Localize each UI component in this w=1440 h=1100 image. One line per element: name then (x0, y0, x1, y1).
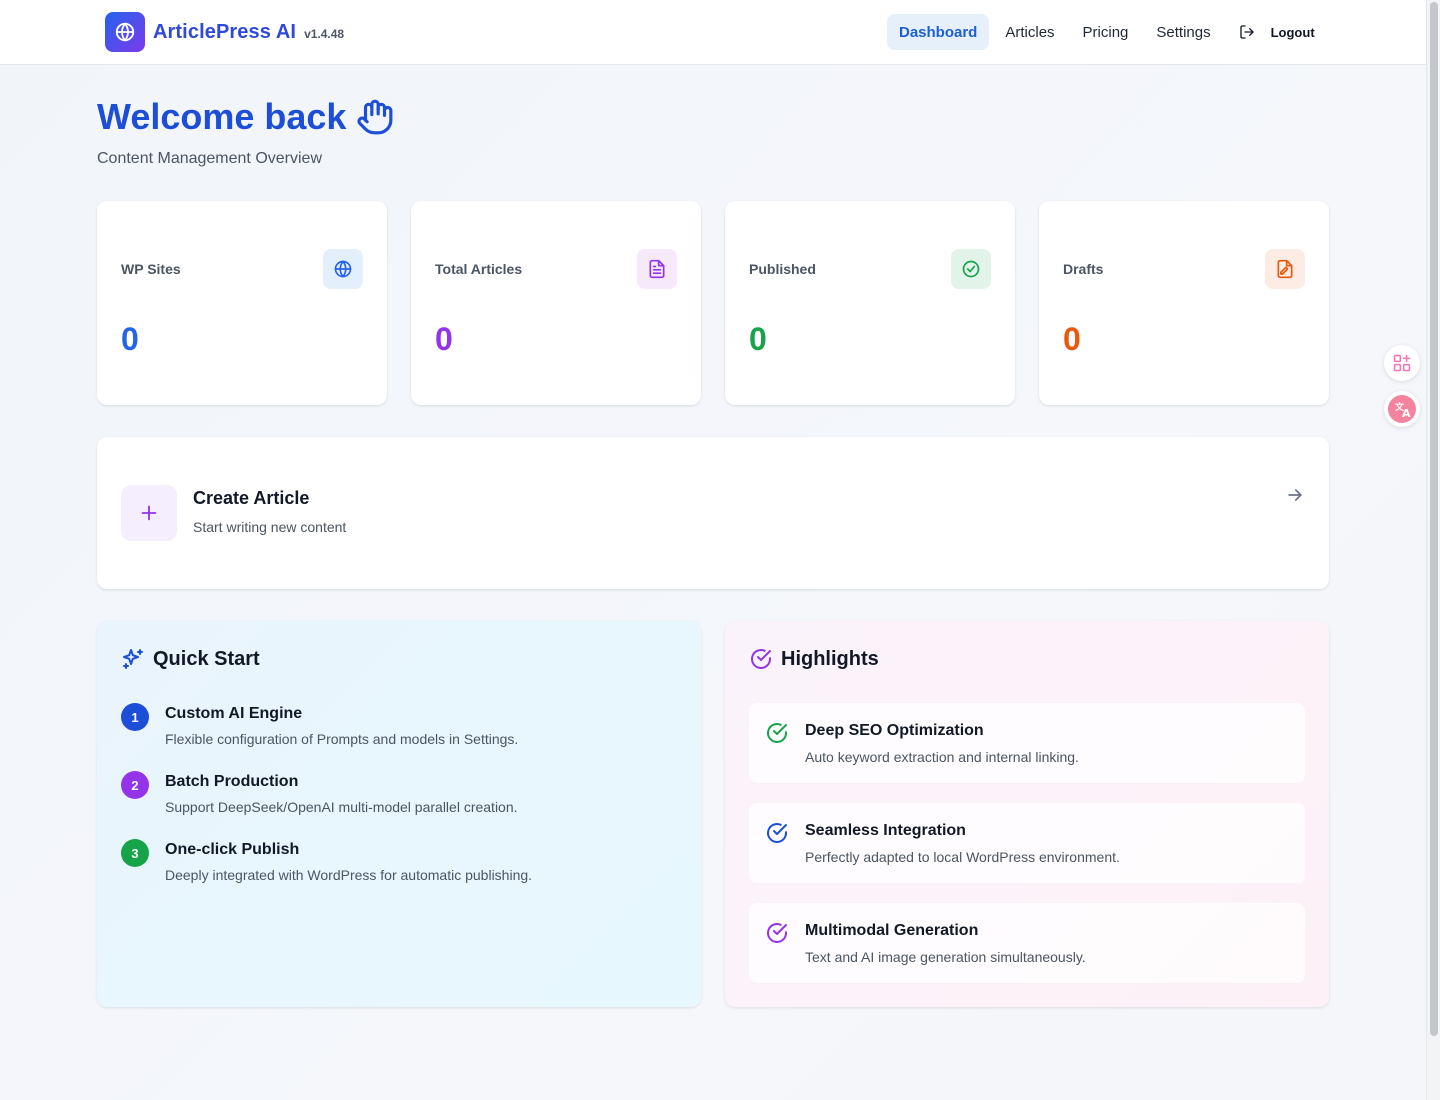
stat-label: Published (749, 261, 816, 277)
step-number-badge: 1 (121, 703, 149, 731)
nav-pricing[interactable]: Pricing (1071, 14, 1141, 50)
stat-label: Drafts (1063, 261, 1104, 277)
welcome-title-text: Welcome back (97, 96, 347, 137)
highlight-item: Multimodal Generation Text and AI image … (749, 903, 1305, 983)
highlight-item: Seamless Integration Perfectly adapted t… (749, 803, 1305, 883)
logout-button[interactable]: Logout (1227, 14, 1315, 50)
globe-icon (323, 249, 363, 289)
highlight-description: Perfectly adapted to local WordPress env… (805, 849, 1120, 865)
welcome-section: Welcome back Content Management Overview (97, 96, 394, 168)
stat-value: 0 (749, 321, 767, 357)
stat-card-published[interactable]: Published 0 (725, 201, 1015, 405)
highlight-description: Text and AI image generation simultaneou… (805, 949, 1086, 965)
app-version: v1.4.48 (304, 27, 345, 41)
highlight-title: Deep SEO Optimization (805, 722, 984, 739)
stat-value: 0 (435, 321, 453, 357)
stat-value: 0 (121, 321, 139, 357)
step-number-badge: 2 (121, 771, 149, 799)
check-circle-icon (767, 723, 787, 743)
step-title: One-click Publish (165, 841, 300, 858)
logout-icon (1239, 25, 1254, 39)
quick-start-panel: Quick Start 1 Custom AI Engine Flexible … (97, 621, 701, 1007)
highlight-item: Deep SEO Optimization Auto keyword extra… (749, 703, 1305, 783)
stat-label: Total Articles (435, 261, 523, 277)
highlight-description: Auto keyword extraction and internal lin… (805, 749, 1079, 765)
step-number-badge: 3 (121, 839, 149, 867)
arrow-right-icon (1288, 489, 1302, 501)
highlight-title: Multimodal Generation (805, 922, 979, 939)
stat-card-drafts[interactable]: Drafts 0 (1039, 201, 1329, 405)
nav-dashboard[interactable]: Dashboard (887, 14, 990, 50)
vertical-scrollbar[interactable] (1426, 0, 1440, 1100)
plus-icon (121, 485, 177, 541)
step-title: Custom AI Engine (165, 705, 303, 722)
stat-card-total-articles[interactable]: Total Articles 0 (411, 201, 701, 405)
stat-card-wp-sites[interactable]: WP Sites 0 (97, 201, 387, 405)
highlights-title: Highlights (749, 647, 879, 671)
step-title: Batch Production (165, 773, 299, 790)
quick-start-title: Quick Start (121, 647, 260, 671)
globe-logo-icon (105, 12, 145, 52)
svg-text:A: A (1402, 407, 1411, 420)
step-description: Deeply integrated with WordPress for aut… (165, 867, 533, 883)
main-nav: Dashboard Articles Pricing Settings Logo… (887, 14, 1315, 50)
page-subtitle: Content Management Overview (97, 150, 322, 167)
scrollbar-thumb[interactable] (1430, 2, 1438, 1036)
apps-sparkle-button[interactable] (1384, 345, 1420, 381)
brand-name: ArticlePress AI (153, 20, 297, 43)
page-title: Welcome back (97, 96, 394, 138)
logout-label: Logout (1270, 24, 1315, 40)
sparkles-icon (123, 649, 143, 669)
highlights-title-text: Highlights (781, 647, 879, 670)
step-description: Flexible configuration of Prompts and mo… (165, 731, 519, 747)
step-description: Support DeepSeek/OpenAI multi-model para… (165, 799, 518, 815)
create-article-title: Create Article (193, 488, 310, 508)
draft-file-icon (1265, 249, 1305, 289)
nav-articles[interactable]: Articles (993, 14, 1066, 50)
brand[interactable]: ArticlePress AI v1.4.48 (105, 12, 344, 52)
translate-button[interactable]: 文 A (1384, 391, 1420, 427)
check-circle-icon (951, 249, 991, 289)
nav-settings[interactable]: Settings (1144, 14, 1222, 50)
highlights-panel: Highlights Deep SEO Optimization Auto ke… (725, 621, 1329, 1007)
highlight-title: Seamless Integration (805, 822, 966, 839)
check-circle-icon (767, 923, 787, 943)
stat-value: 0 (1063, 321, 1081, 357)
stat-label: WP Sites (121, 261, 181, 277)
create-article-card[interactable]: Create Article Start writing new content (97, 437, 1329, 589)
create-article-subtitle: Start writing new content (193, 519, 347, 535)
check-circle-icon (751, 649, 771, 669)
quick-start-title-text: Quick Start (153, 647, 260, 670)
top-navigation-bar: ArticlePress AI v1.4.48 Dashboard Articl… (0, 0, 1426, 65)
translate-icon: 文 A (1388, 395, 1416, 423)
waving-hand-icon (357, 99, 393, 135)
document-icon (637, 249, 677, 289)
check-circle-icon (767, 823, 787, 843)
apps-sparkle-icon (1393, 354, 1411, 372)
